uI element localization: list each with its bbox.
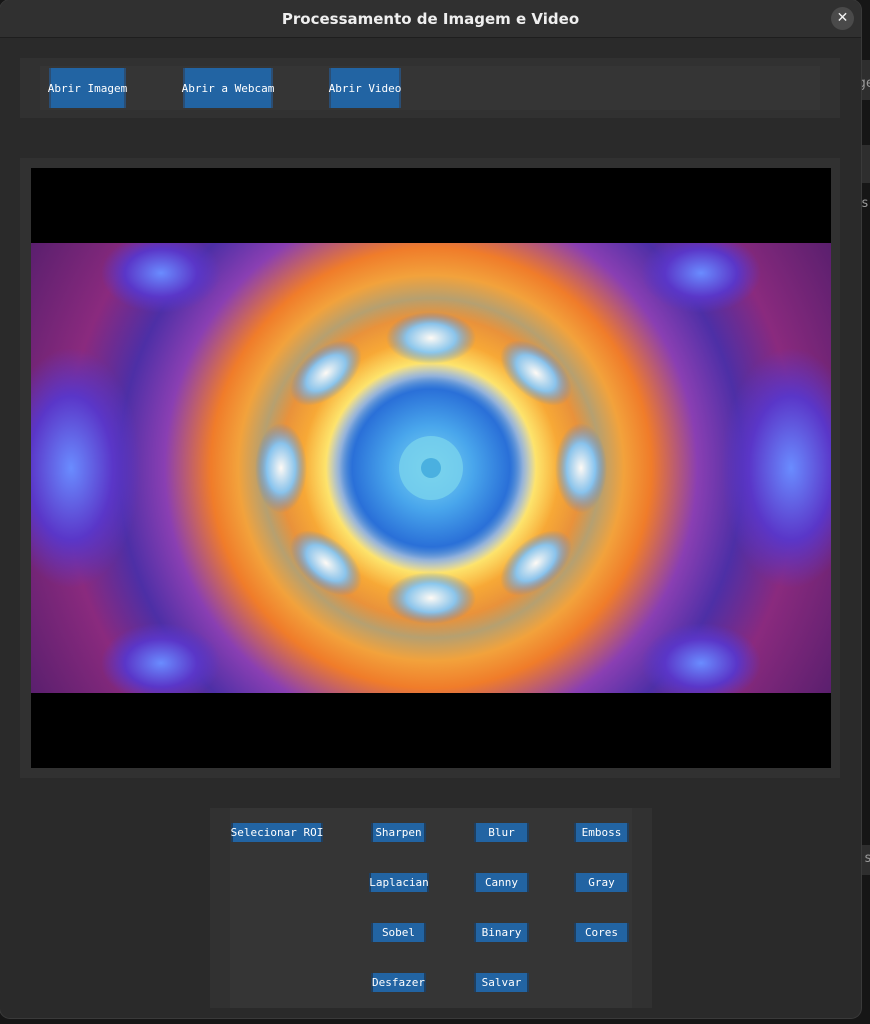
close-button[interactable]: ✕ <box>831 7 854 30</box>
canny-button[interactable]: Canny <box>474 873 529 892</box>
video-display <box>31 168 831 768</box>
undo-button[interactable]: Desfazer <box>371 973 426 992</box>
save-button[interactable]: Salvar <box>474 973 529 992</box>
sharpen-button[interactable]: Sharpen <box>371 823 426 842</box>
background-window-fragment <box>861 145 870 183</box>
open-image-button[interactable]: Abrir Imagem <box>48 68 127 108</box>
background-text-fragment: s <box>861 196 869 211</box>
gray-button[interactable]: Gray <box>574 873 629 892</box>
top-toolbar-inner <box>40 66 820 110</box>
top-toolbar-panel <box>20 58 840 118</box>
kaleidoscope-image <box>31 243 831 693</box>
open-video-button[interactable]: Abrir Video <box>329 68 401 108</box>
app-window: Processamento de Imagem e Video ✕ Abrir … <box>0 0 861 1018</box>
select-roi-button[interactable]: Selecionar ROI <box>231 823 323 842</box>
title-bar: Processamento de Imagem e Video ✕ <box>0 0 861 38</box>
sobel-button[interactable]: Sobel <box>371 923 426 942</box>
close-icon: ✕ <box>836 10 849 26</box>
background-text-fragment: s <box>864 851 870 866</box>
video-frame <box>31 243 831 693</box>
window-title: Processamento de Imagem e Video <box>281 10 580 28</box>
laplacian-button[interactable]: Laplacian <box>369 873 429 892</box>
binary-button[interactable]: Binary <box>474 923 529 942</box>
blur-button[interactable]: Blur <box>474 823 529 842</box>
open-webcam-button[interactable]: Abrir a Webcam <box>182 68 274 108</box>
cores-button[interactable]: Cores <box>574 923 629 942</box>
emboss-button[interactable]: Emboss <box>574 823 629 842</box>
